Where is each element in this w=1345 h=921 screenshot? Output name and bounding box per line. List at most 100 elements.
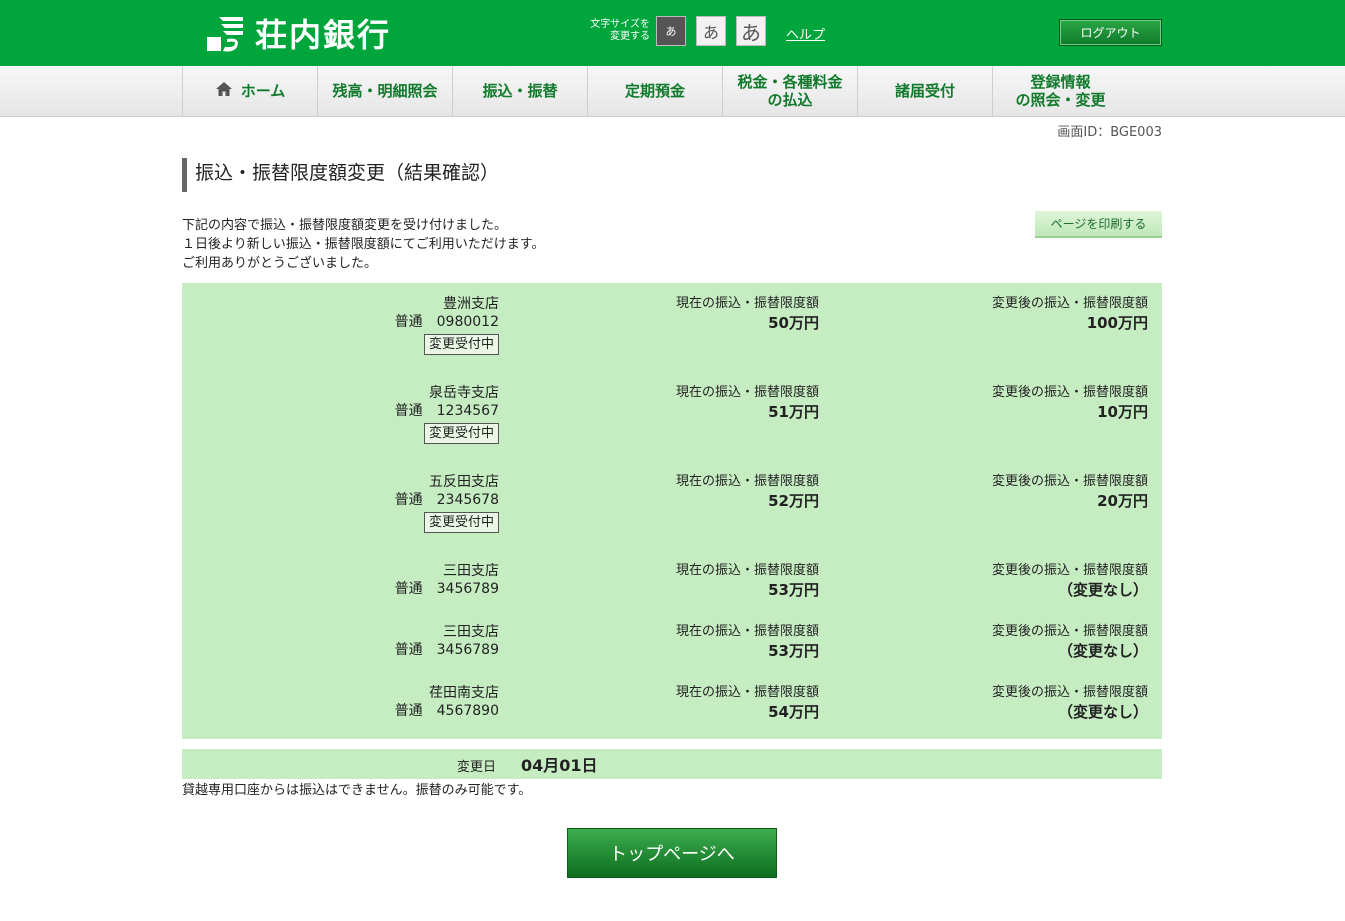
account-row: 泉岳寺支店 普通 1234567 変更受付中 現在の振込・振替限度額 51万円 変… (182, 372, 1162, 461)
help-link[interactable]: ヘルプ (786, 24, 825, 43)
font-size-large-button[interactable]: あ (736, 16, 766, 46)
account-type: 普通 (394, 314, 423, 330)
new-limit: 変更後の振込・振替限度額 100万円 (992, 295, 1148, 333)
nav-item-tax-line1: 税金・各種料金 (737, 73, 843, 91)
account-row: 豊洲支店 普通 0980012 変更受付中 現在の振込・振替限度額 50万円 変更… (182, 283, 1162, 372)
new-limit: 変更後の振込・振替限度額 10万円 (992, 384, 1148, 422)
account-type: 普通 (394, 581, 423, 597)
bank-name: 荘内銀行 (255, 16, 392, 54)
status-badge: 変更受付中 (423, 512, 499, 533)
home-icon (215, 81, 233, 101)
current-limit-label: 現在の振込・振替限度額 (675, 685, 819, 700)
notice-line: 下記の内容で振込・振替限度額変更を受け付けました。 (182, 218, 508, 233)
new-limit: 変更後の振込・振替限度額 （変更なし） (992, 562, 1148, 600)
account-row: 三田支店 普通 3456789 現在の振込・振替限度額 53万円 変更後の振込・振… (182, 550, 1162, 611)
status-badge: 変更受付中 (423, 423, 499, 444)
accounts-panel: 豊洲支店 普通 0980012 変更受付中 現在の振込・振替限度額 50万円 変更… (182, 283, 1162, 739)
current-limit-amount: 50万円 (768, 314, 819, 332)
current-limit: 現在の振込・振替限度額 53万円 (676, 562, 819, 600)
account-number: 4567890 (436, 703, 499, 719)
account-info: 五反田支店 普通 2345678 変更受付中 (395, 473, 499, 533)
account-number: 2345678 (436, 492, 499, 508)
account-number: 1234567 (436, 403, 499, 419)
new-limit: 変更後の振込・振替限度額 20万円 (992, 473, 1148, 511)
new-limit-label: 変更後の振込・振替限度額 (991, 474, 1148, 489)
current-limit-amount: 52万円 (768, 492, 819, 510)
current-limit: 現在の振込・振替限度額 53万円 (676, 623, 819, 661)
current-limit-label: 現在の振込・振替限度額 (675, 385, 819, 400)
account-row: 五反田支店 普通 2345678 変更受付中 現在の振込・振替限度額 52万円 変… (182, 461, 1162, 550)
new-limit-label: 変更後の振込・振替限度額 (991, 563, 1148, 578)
account-info: 豊洲支店 普通 0980012 変更受付中 (395, 295, 499, 355)
current-limit-amount: 54万円 (768, 703, 819, 721)
footnote: 貸越専用口座からは振込はできません。振替のみ可能です。 (182, 783, 532, 798)
nav-item-home-label: ホーム (240, 82, 286, 100)
branch-name: 三田支店 (443, 624, 499, 640)
nav-item-tax-payment[interactable]: 税金・各種料金 の払込 (723, 66, 858, 116)
font-size-small-button[interactable]: あ (656, 16, 686, 46)
bank-logo[interactable]: 荘内銀行 (205, 12, 391, 54)
bank-logo-icon (205, 13, 245, 53)
new-limit: 変更後の振込・振替限度額 （変更なし） (992, 684, 1148, 722)
header-bar: 荘内銀行 文字サイズを 変更する あ あ あ ヘルプ ログアウト (0, 0, 1345, 66)
new-limit-amount: （変更なし） (1057, 642, 1148, 660)
current-limit: 現在の振込・振替限度額 54万円 (676, 684, 819, 722)
print-page-button[interactable]: ページを印刷する (1035, 211, 1162, 238)
current-limit-label: 現在の振込・振替限度額 (675, 296, 819, 311)
account-row: 三田支店 普通 3456789 現在の振込・振替限度額 53万円 変更後の振込・振… (182, 611, 1162, 672)
current-limit-label: 現在の振込・振替限度額 (675, 563, 819, 578)
account-row: 荏田南支店 普通 4567890 現在の振込・振替限度額 54万円 変更後の振込・… (182, 672, 1162, 733)
account-number: 3456789 (436, 642, 499, 658)
branch-name: 豊洲支店 (443, 296, 499, 312)
change-date-label: 変更日 (457, 760, 497, 775)
new-limit-label: 変更後の振込・振替限度額 (991, 624, 1148, 639)
branch-name: 荏田南支店 (429, 685, 499, 701)
font-size-label-line1: 文字サイズを (590, 19, 650, 30)
new-limit-label: 変更後の振込・振替限度額 (991, 685, 1148, 700)
current-limit: 現在の振込・振替限度額 50万円 (676, 295, 819, 333)
nav-item-time-deposit[interactable]: 定期預金 (588, 66, 723, 116)
account-info: 三田支店 普通 3456789 (395, 562, 499, 598)
notice-line: ご利用ありがとうございました。 (182, 256, 378, 271)
font-size-label: 文字サイズを 変更する (574, 19, 650, 43)
current-limit-label: 現在の振込・振替限度額 (675, 624, 819, 639)
nav-item-tax-line2: の払込 (767, 91, 813, 109)
new-limit-amount: 100万円 (1086, 314, 1148, 332)
account-type: 普通 (394, 403, 423, 419)
account-type: 普通 (394, 642, 423, 658)
new-limit-amount: （変更なし） (1057, 703, 1148, 721)
screen-id: 画面ID：BGE003 (1057, 125, 1162, 140)
current-limit: 現在の振込・振替限度額 52万円 (676, 473, 819, 511)
logout-button[interactable]: ログアウト (1059, 19, 1162, 46)
nav-item-notices[interactable]: 諸届受付 (858, 66, 993, 116)
status-badge: 変更受付中 (423, 334, 499, 355)
nav-item-registration[interactable]: 登録情報 の照会・変更 (993, 66, 1128, 116)
new-limit-label: 変更後の振込・振替限度額 (991, 385, 1148, 400)
change-date-value: 04月01日 (521, 756, 598, 775)
nav-item-home[interactable]: ホーム (183, 66, 318, 116)
new-limit-amount: 20万円 (1097, 492, 1148, 510)
nav-item-balance[interactable]: 残高・明細照会 (318, 66, 453, 116)
nav-item-registration-line2: の照会・変更 (1015, 91, 1106, 109)
new-limit-label: 変更後の振込・振替限度額 (991, 296, 1148, 311)
page-title: 振込・振替限度額変更（結果確認） (182, 158, 499, 192)
font-size-label-line2: 変更する (610, 31, 650, 42)
current-limit-amount: 53万円 (768, 581, 819, 599)
nav-item-transfer[interactable]: 振込・振替 (453, 66, 588, 116)
change-date-bar: 変更日 04月01日 (182, 749, 1162, 779)
main-nav: ホーム 残高・明細照会 振込・振替 定期預金 税金・各種料金 の払込 諸届受付 … (0, 66, 1345, 117)
account-number: 3456789 (436, 581, 499, 597)
branch-name: 泉岳寺支店 (429, 385, 499, 401)
account-info: 荏田南支店 普通 4567890 (395, 684, 499, 720)
top-page-button[interactable]: トップページへ (567, 828, 777, 878)
account-info: 三田支店 普通 3456789 (395, 623, 499, 659)
current-limit: 現在の振込・振替限度額 51万円 (676, 384, 819, 422)
new-limit: 変更後の振込・振替限度額 （変更なし） (992, 623, 1148, 661)
account-type: 普通 (394, 703, 423, 719)
new-limit-amount: （変更なし） (1057, 581, 1148, 599)
font-size-medium-button[interactable]: あ (696, 16, 726, 46)
current-limit-amount: 51万円 (768, 403, 819, 421)
current-limit-label: 現在の振込・振替限度額 (675, 474, 819, 489)
current-limit-amount: 53万円 (768, 642, 819, 660)
notice-line: １日後より新しい振込・振替限度額にてご利用いただけます。 (182, 237, 545, 252)
